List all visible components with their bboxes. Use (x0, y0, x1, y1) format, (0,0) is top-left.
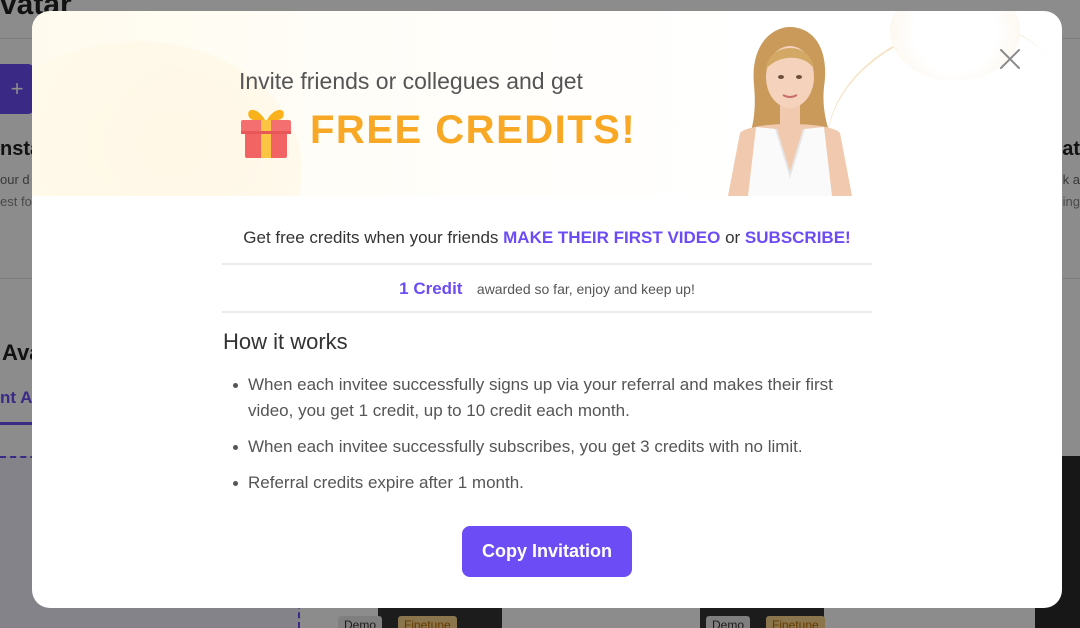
how-it-works-list: When each invitee successfully signs up … (233, 372, 878, 506)
credits-note: awarded so far, enjoy and keep up! (476, 281, 695, 297)
list-item: When each invitee successfully subscribe… (233, 434, 878, 460)
close-icon[interactable] (998, 47, 1022, 71)
banner-decoration (32, 11, 752, 196)
credits-count: 1 Credit (399, 279, 463, 298)
banner-subtitle: Invite friends or collegues and get (239, 68, 583, 94)
divider (222, 311, 872, 313)
gift-icon (241, 109, 291, 158)
promo-banner: Invite friends or collegues and get FREE… (32, 11, 1062, 196)
description-text: or (720, 228, 745, 247)
subscribe-highlight: SUBSCRIBE! (744, 228, 851, 247)
first-video-highlight: MAKE THEIR FIRST VIDEO (503, 228, 721, 247)
copy-invitation-button[interactable]: Copy Invitation (462, 526, 632, 577)
credits-summary: 1 Credit awarded so far, enjoy and keep … (222, 279, 872, 299)
woman-portrait-image (728, 27, 852, 196)
description-text: Get free credits when your friends (243, 228, 504, 247)
how-it-works-title: How it works (223, 329, 348, 354)
divider (222, 263, 872, 265)
banner-headline: FREE CREDITS! (310, 108, 637, 152)
list-item: Referral credits expire after 1 month. (233, 470, 878, 496)
referral-modal: Invite friends or collegues and get FREE… (32, 11, 1062, 608)
referral-description: Get free credits when your friends MAKE … (222, 228, 872, 248)
list-item: When each invitee successfully signs up … (233, 372, 878, 424)
